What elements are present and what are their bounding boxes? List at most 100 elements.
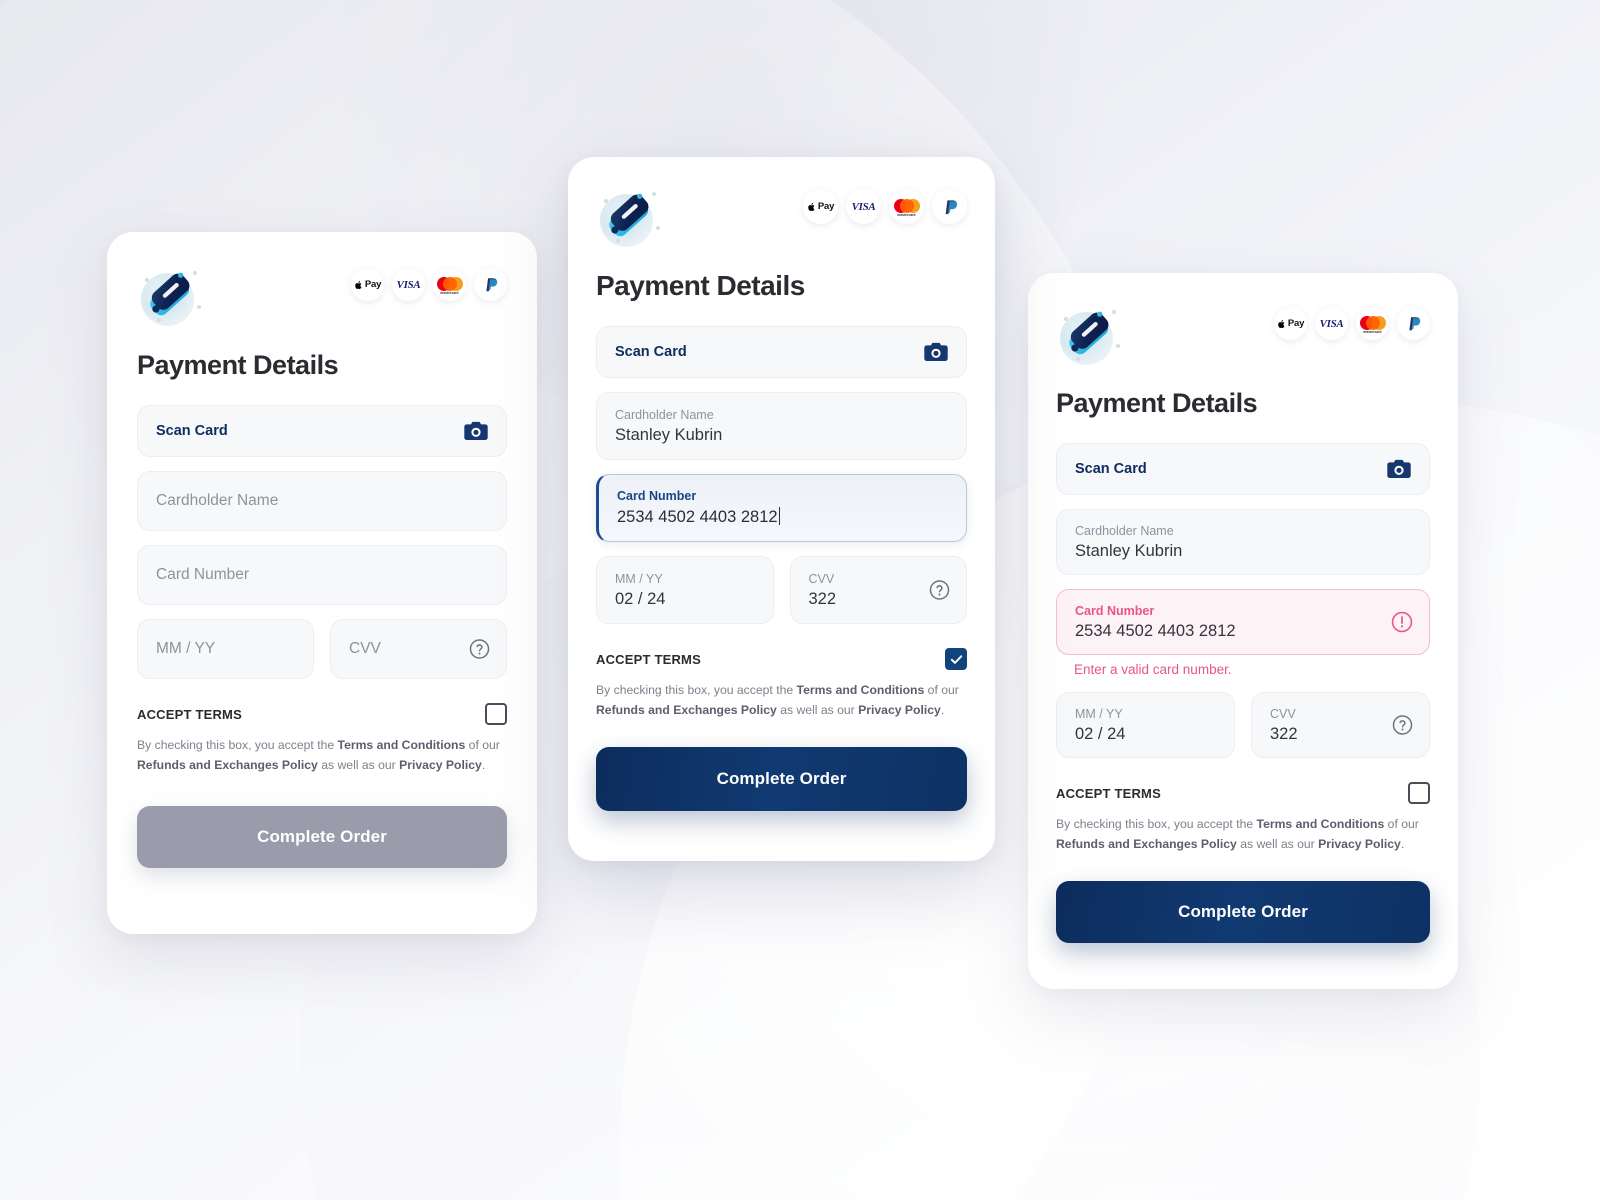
scan-card-button[interactable]: Scan Card — [137, 405, 507, 457]
cardholder-name-label: Cardholder Name — [1075, 523, 1174, 538]
card-header: Pay VISA mastercard — [596, 185, 967, 251]
accept-terms-section: ACCEPT TERMS By checking this box, you a… — [1056, 782, 1430, 855]
card-number-input[interactable]: Card Number — [137, 545, 507, 605]
expiry-date-input[interactable]: MM / YY 02 / 24 — [1056, 692, 1235, 758]
cardholder-name-value: Stanley Kubrin — [615, 425, 723, 444]
visa-badge[interactable]: VISA — [846, 189, 881, 224]
card-number-label: Card Number — [1075, 603, 1155, 618]
cardholder-name-input[interactable]: Cardholder Name Stanley Kubrin — [1056, 509, 1430, 575]
accept-terms-title: ACCEPT TERMS — [596, 651, 701, 667]
cardholder-name-placeholder: Cardholder Name — [156, 492, 279, 509]
payment-method-badges: Pay VISA mastercard — [351, 264, 507, 301]
accept-terms-title: ACCEPT TERMS — [1056, 785, 1161, 801]
apple-pay-badge[interactable]: Pay — [1274, 307, 1307, 340]
mastercard-label: mastercard — [440, 290, 459, 295]
expiry-label: MM / YY — [1075, 706, 1123, 721]
check-icon — [949, 652, 964, 667]
mastercard-badge[interactable]: mastercard — [433, 268, 466, 301]
accept-terms-text: By checking this box, you accept the Ter… — [1056, 815, 1430, 855]
cvv-input[interactable]: CVV 322 — [1251, 692, 1430, 758]
cvv-value: 322 — [1270, 724, 1298, 743]
visa-label: VISA — [396, 278, 421, 291]
terms-text-4: . — [481, 757, 486, 772]
text-caret — [778, 507, 781, 526]
accept-terms-header: ACCEPT TERMS — [137, 703, 507, 725]
camera-icon[interactable] — [1387, 459, 1411, 479]
paypal-badge[interactable] — [474, 268, 507, 301]
payment-card-focused-state: Pay VISA mastercard Payment Details Scan… — [568, 157, 995, 861]
visa-badge[interactable]: VISA — [392, 268, 425, 301]
terms-text-4: . — [1400, 836, 1405, 851]
cardholder-name-input[interactable]: Cardholder Name Stanley Kubrin — [596, 392, 967, 460]
complete-order-button[interactable]: Complete Order — [596, 746, 967, 811]
card-number-input[interactable]: Card Number 2534 4502 4403 2812 — [596, 474, 967, 542]
accept-terms-checkbox[interactable] — [945, 648, 967, 670]
scan-card-label: Scan Card — [156, 423, 228, 439]
scan-card-label: Scan Card — [1075, 461, 1147, 477]
card-number-input[interactable]: Card Number 2534 4502 4403 2812 — [1056, 589, 1430, 655]
question-circle-icon[interactable] — [1392, 715, 1413, 736]
terms-and-conditions-link[interactable]: Terms and Conditions — [1257, 817, 1385, 831]
card-number-value: 2534 4502 4403 2812 — [617, 508, 778, 527]
apple-pay-badge[interactable]: Pay — [351, 268, 384, 301]
cvv-label: CVV — [1270, 706, 1296, 721]
card-number-label: Card Number — [617, 489, 697, 504]
card-number-error-message: Enter a valid card number. — [1074, 662, 1232, 677]
terms-text-2: of our — [465, 738, 500, 752]
accept-terms-checkbox[interactable] — [1408, 782, 1430, 804]
complete-order-button[interactable]: Complete Order — [1056, 880, 1430, 943]
cvv-input[interactable]: CVV — [330, 619, 507, 679]
visa-label: VISA — [851, 200, 876, 213]
accept-terms-text: By checking this box, you accept the Ter… — [137, 736, 507, 776]
refunds-policy-link[interactable]: Refunds and Exchanges Policy — [1056, 837, 1237, 851]
question-circle-icon[interactable] — [929, 580, 950, 601]
expiry-label: MM / YY — [615, 571, 663, 586]
accept-terms-header: ACCEPT TERMS — [596, 648, 967, 670]
payment-card-empty-state: Pay VISA mastercard Payment Details Scan… — [107, 232, 537, 934]
expiry-date-input[interactable]: MM / YY 02 / 24 — [596, 556, 774, 624]
terms-and-conditions-link[interactable]: Terms and Conditions — [338, 738, 466, 752]
question-circle-icon[interactable] — [469, 639, 490, 660]
page-title: Payment Details — [596, 270, 805, 301]
mastercard-badge[interactable]: mastercard — [889, 189, 924, 224]
accept-terms-text: By checking this box, you accept the Ter… — [596, 681, 967, 721]
paypal-badge[interactable] — [1397, 307, 1430, 340]
privacy-policy-link[interactable]: Privacy Policy — [399, 758, 482, 772]
page-title: Payment Details — [1056, 388, 1258, 418]
paypal-badge[interactable] — [932, 189, 967, 224]
cvv-input[interactable]: CVV 322 — [789, 556, 967, 624]
payment-method-badges: Pay VISA mastercard — [803, 185, 967, 224]
accept-terms-section: ACCEPT TERMS By checking this box, you a… — [596, 648, 967, 721]
cardholder-name-input[interactable]: Cardholder Name — [137, 471, 507, 531]
refunds-policy-link[interactable]: Refunds and Exchanges Policy — [137, 758, 318, 772]
accept-terms-checkbox[interactable] — [485, 703, 507, 725]
mastercard-badge[interactable]: mastercard — [1356, 307, 1389, 340]
privacy-policy-link[interactable]: Privacy Policy — [858, 703, 941, 717]
scan-card-label: Scan Card — [615, 344, 687, 360]
privacy-policy-link[interactable]: Privacy Policy — [1318, 837, 1401, 851]
terms-and-conditions-link[interactable]: Terms and Conditions — [797, 683, 925, 697]
scan-card-button[interactable]: Scan Card — [596, 326, 967, 378]
camera-icon[interactable] — [464, 421, 488, 441]
visa-badge[interactable]: VISA — [1315, 307, 1348, 340]
scan-card-button[interactable]: Scan Card — [1056, 443, 1430, 495]
camera-icon[interactable] — [924, 342, 948, 362]
expiry-value: 02 / 24 — [615, 589, 666, 608]
cvv-value: 322 — [808, 589, 837, 608]
expiry-value: 02 / 24 — [1075, 724, 1126, 743]
payment-form-fields: Scan Card Cardholder Name Stanley Kubrin… — [596, 326, 967, 638]
apple-pay-badge[interactable]: Pay — [803, 189, 838, 224]
terms-text-2: of our — [1384, 817, 1419, 831]
apple-pay-label: Pay — [1287, 318, 1305, 329]
expiry-date-input[interactable]: MM / YY — [137, 619, 314, 679]
card-header: Pay VISA mastercard — [1056, 303, 1430, 369]
complete-order-button[interactable]: Complete Order — [137, 805, 507, 868]
brand-logo-icon — [596, 185, 662, 251]
apple-pay-label: Pay — [364, 279, 382, 290]
page-title: Payment Details — [137, 350, 339, 380]
refunds-policy-link[interactable]: Refunds and Exchanges Policy — [596, 703, 777, 717]
accept-terms-title: ACCEPT TERMS — [137, 706, 242, 722]
accept-terms-header: ACCEPT TERMS — [1056, 782, 1430, 804]
terms-text-1: By checking this box, you accept the — [1056, 817, 1257, 831]
cardholder-name-label: Cardholder Name — [615, 407, 714, 422]
